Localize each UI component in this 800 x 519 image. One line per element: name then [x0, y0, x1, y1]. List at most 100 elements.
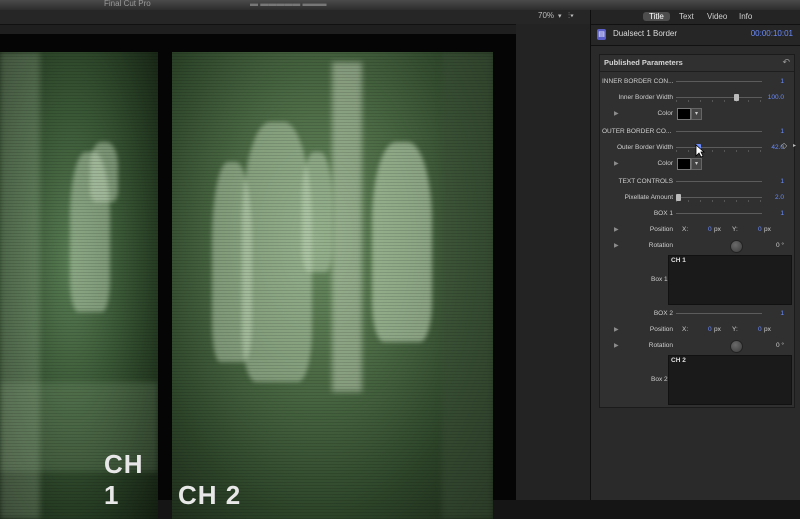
param-label: Box 2: [651, 376, 668, 383]
y-value[interactable]: 0: [758, 326, 762, 333]
outer-border-controls-slider[interactable]: [676, 131, 762, 132]
param-value[interactable]: 1: [780, 178, 784, 185]
slider-knob[interactable]: [734, 94, 739, 101]
text-controls-slider[interactable]: [676, 181, 762, 182]
channel-2-panel: CH 2: [172, 52, 493, 519]
box2-text-field[interactable]: CH 2: [668, 355, 792, 405]
param-label: Color: [657, 110, 673, 117]
viewer-toolbar: 70% ▾ ⫶▾: [0, 10, 590, 25]
y-label: Y:: [732, 326, 738, 333]
disclosure-triangle-icon[interactable]: ▶: [614, 110, 619, 117]
param-value[interactable]: 1: [780, 78, 784, 85]
y-unit: px: [764, 326, 771, 333]
x-unit: px: [714, 326, 721, 333]
published-parameters-header: Published Parameters ↶: [600, 55, 794, 72]
inner-color-row: ▶ Color ▾: [600, 107, 794, 121]
param-label: Position: [649, 226, 673, 233]
outer-border-width-slider[interactable]: [676, 144, 762, 152]
inner-border-controls-row: INNER BORDER CON... 1: [600, 75, 794, 89]
tab-info[interactable]: Info: [733, 12, 758, 21]
param-label: Box 1: [651, 276, 668, 283]
disclosure-triangle-icon[interactable]: ▶: [614, 242, 619, 249]
rotation-dial[interactable]: [730, 340, 743, 353]
disclosure-triangle-icon[interactable]: ▶: [614, 226, 619, 233]
text-field-value: CH 1: [671, 257, 686, 264]
slider-knob[interactable]: [676, 194, 681, 201]
tab-title[interactable]: Title: [643, 12, 670, 21]
zoom-menu[interactable]: 70% ▾: [538, 11, 562, 20]
rotation-dial[interactable]: [730, 240, 743, 253]
inner-border-width-slider[interactable]: [676, 94, 762, 102]
chevron-down-icon: ▾: [558, 13, 562, 20]
box1-text-field[interactable]: CH 1: [668, 255, 792, 305]
param-value[interactable]: 1: [780, 128, 784, 135]
y-label: Y:: [732, 226, 738, 233]
channel-1-label: CH 1: [104, 449, 144, 510]
inspector-header: ▤ Dualsect 1 Border 00:00:10:01: [591, 25, 800, 46]
param-label: Pixellate Amount: [624, 194, 673, 201]
channel-2-label: CH 2: [178, 480, 242, 510]
x-label: X:: [682, 326, 689, 333]
param-label: Rotation: [648, 342, 673, 349]
tab-text[interactable]: Text: [673, 12, 700, 21]
text-field-value: CH 2: [671, 357, 686, 364]
inner-border-width-row: Inner Border Width 100.0: [600, 91, 794, 105]
generator-name: Dualsect 1 Border: [613, 29, 678, 38]
box1-rotation-row: ▶ Rotation 0 °: [600, 239, 794, 253]
generator-timecode: 00:00:10:01: [750, 29, 793, 38]
color-swatch[interactable]: [677, 158, 691, 170]
box1-slider[interactable]: [676, 213, 762, 214]
inspector-tabs: Title Text Video Info: [591, 10, 800, 25]
viewer[interactable]: 70% ▾ ⫶▾ CH 1 CH 2: [0, 10, 590, 519]
text-controls-row: TEXT CONTROLS 1: [600, 175, 794, 189]
param-label: BOX 2: [653, 310, 673, 317]
x-value[interactable]: 0: [708, 226, 712, 233]
box2-rotation-row: ▶ Rotation 0 °: [600, 339, 794, 353]
box2-position-row: ▶ Position X: 0 px Y: 0 px: [600, 323, 794, 337]
inspector-panel: Title Text Video Info ▤ Dualsect 1 Borde…: [590, 10, 800, 500]
color-swatch[interactable]: [677, 108, 691, 120]
y-value[interactable]: 0: [758, 226, 762, 233]
disclosure-triangle-icon[interactable]: ▶: [614, 326, 619, 333]
keyframe-diamond-icon[interactable]: ◇: [781, 141, 787, 150]
view-options-icon[interactable]: ⫶▾: [568, 11, 574, 21]
outer-border-controls-row: OUTER BORDER CO... 1: [600, 125, 794, 139]
param-value[interactable]: 1: [780, 310, 784, 317]
section-title: Published Parameters: [604, 58, 683, 67]
reset-icon[interactable]: ↶: [782, 57, 790, 68]
viewer-canvas-margin: [516, 24, 590, 500]
app-title: Final Cut Pro: [104, 0, 151, 8]
inner-border-controls-slider[interactable]: [676, 81, 762, 82]
param-label: OUTER BORDER CO...: [602, 128, 672, 135]
box1-position-row: ▶ Position X: 0 px Y: 0 px: [600, 223, 794, 237]
param-value[interactable]: 0 °: [776, 242, 784, 249]
chevron-right-icon[interactable]: ▸: [793, 142, 796, 149]
param-label: Outer Border Width: [617, 144, 673, 151]
y-unit: px: [764, 226, 771, 233]
window-center-title: ▬ ▬▬▬▬▬ ▬▬▬: [250, 0, 327, 8]
param-label: BOX 1: [653, 210, 673, 217]
disclosure-triangle-icon[interactable]: ▶: [614, 160, 619, 167]
generator-icon: ▤: [597, 29, 606, 40]
published-parameters-section: Published Parameters ↶ INNER BORDER CON.…: [599, 54, 795, 408]
param-label: TEXT CONTROLS: [618, 178, 673, 185]
param-label: Position: [649, 326, 673, 333]
outer-color-row: ▶ Color ▾: [600, 157, 794, 171]
pixellate-amount-row: Pixellate Amount 2.0: [600, 191, 794, 205]
param-value[interactable]: 0 °: [776, 342, 784, 349]
param-label: Rotation: [648, 242, 673, 249]
box2-slider[interactable]: [676, 313, 762, 314]
chevron-down-icon[interactable]: ▾: [691, 108, 702, 120]
channel-1-panel: CH 1: [0, 52, 158, 519]
pixellate-amount-slider[interactable]: [676, 194, 762, 202]
x-value[interactable]: 0: [708, 326, 712, 333]
chevron-down-icon[interactable]: ▾: [691, 158, 702, 170]
disclosure-triangle-icon[interactable]: ▶: [614, 342, 619, 349]
tab-video[interactable]: Video: [701, 12, 733, 21]
param-label: INNER BORDER CON...: [602, 78, 674, 85]
param-value[interactable]: 1: [780, 210, 784, 217]
param-label: Inner Border Width: [618, 94, 673, 101]
box1-row: BOX 1 1: [600, 207, 794, 221]
param-value[interactable]: 100.0: [768, 94, 784, 101]
param-value[interactable]: 2.0: [775, 194, 784, 201]
